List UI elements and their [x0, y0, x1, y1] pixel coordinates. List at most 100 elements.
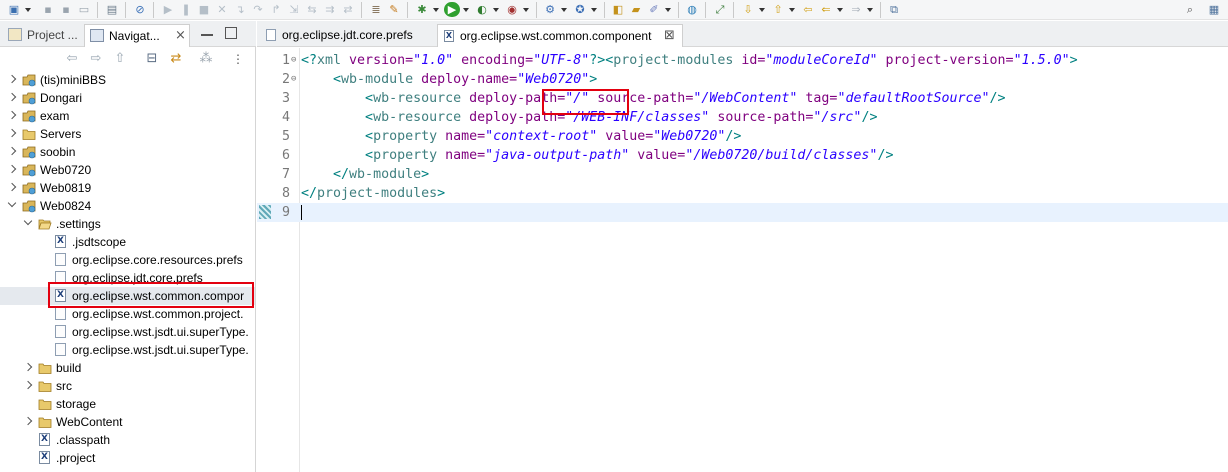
tree-item[interactable]: Web0819: [0, 179, 255, 197]
view-menu-icon[interactable]: ⋮: [230, 52, 246, 66]
debug-dropdown-arrow[interactable]: [433, 8, 439, 12]
tree-item[interactable]: org.eclipse.wst.jsdt.ui.superType.: [0, 323, 255, 341]
external-dropdown-arrow[interactable]: [523, 8, 529, 12]
next-annotation-dropdown-arrow[interactable]: [759, 8, 765, 12]
tree-item[interactable]: X .project: [0, 449, 255, 467]
prev-annotation-icon[interactable]: ⇧: [770, 2, 786, 17]
save-icon[interactable]: ▪: [40, 2, 56, 17]
new-server-icon[interactable]: ⚙: [542, 2, 558, 17]
back-icon[interactable]: ⇐: [818, 2, 834, 17]
code-line[interactable]: 1 ⊖ <?xml version="1.0" encoding="UTF-8"?>…: [257, 51, 1228, 70]
next-annotation-icon[interactable]: ⇩: [740, 2, 756, 17]
tree-item[interactable]: WebContent: [0, 413, 255, 431]
tree-item[interactable]: X .jsdtscope: [0, 233, 255, 251]
collapse-all-icon[interactable]: ⊟: [144, 52, 160, 66]
step-into-icon[interactable]: ↴: [232, 2, 248, 17]
tree-item[interactable]: X .classpath: [0, 431, 255, 449]
code-line[interactable]: 8 </project-modules>: [257, 184, 1228, 203]
tree-item[interactable]: org.eclipse.core.resources.prefs: [0, 251, 255, 269]
open-task-icon[interactable]: ▰: [628, 2, 644, 17]
collapsed-arrow-icon[interactable]: [7, 146, 17, 156]
pin-icon[interactable]: ⤢: [712, 2, 728, 17]
tab-navigator[interactable]: Navigat... ×: [84, 24, 190, 47]
tree-item[interactable]: Web0824: [0, 197, 255, 215]
code-line[interactable]: 2 ⊖ <wb-module deploy-name="Web0720">: [257, 70, 1228, 89]
run-dropdown-arrow[interactable]: [463, 8, 469, 12]
collapsed-arrow-icon[interactable]: [23, 416, 33, 426]
close-tab-icon[interactable]: ⊠: [664, 25, 675, 47]
minimize-icon[interactable]: [201, 27, 213, 36]
tab-jdt-core-prefs[interactable]: org.eclipse.jdt.core.prefs: [260, 24, 434, 47]
drop-to-frame-icon[interactable]: ⇲: [286, 2, 302, 17]
new-java-class-icon[interactable]: ✪: [572, 2, 588, 17]
resume-icon[interactable]: ▶: [160, 2, 176, 17]
forward-icon[interactable]: ⇒: [848, 2, 864, 17]
prev-annotation-dropdown-arrow[interactable]: [789, 8, 795, 12]
suspend-icon[interactable]: ❚: [178, 2, 194, 17]
run-external-icon[interactable]: ◉: [504, 2, 520, 17]
new-icon[interactable]: ▣: [6, 2, 22, 17]
step-return-icon[interactable]: ↱: [268, 2, 284, 17]
open-perspective-icon[interactable]: ▦: [1206, 2, 1222, 17]
build-icon[interactable]: ✐: [646, 2, 662, 17]
code-line[interactable]: 5 <property name="context-root" value="W…: [257, 127, 1228, 146]
last-edit-icon[interactable]: ⇦: [800, 2, 816, 17]
tree-item[interactable]: Servers: [0, 125, 255, 143]
build-dropdown-arrow[interactable]: [665, 8, 671, 12]
block-selection-icon[interactable]: ✎: [386, 2, 402, 17]
class-dropdown-arrow[interactable]: [591, 8, 597, 12]
collapsed-arrow-icon[interactable]: [7, 164, 17, 174]
skip-breakpoints-icon[interactable]: ⊘: [132, 2, 148, 17]
tree-item[interactable]: org.eclipse.wst.jsdt.ui.superType.: [0, 341, 255, 359]
step-over-icon[interactable]: ↷: [250, 2, 266, 17]
fold-toggle-icon[interactable]: ⊖: [291, 51, 296, 70]
coverage-icon[interactable]: ◐: [474, 2, 490, 17]
collapsed-arrow-icon[interactable]: [7, 110, 17, 120]
toggle-mark-icon[interactable]: ≣: [368, 2, 384, 17]
disconnect-icon[interactable]: ✕: [214, 2, 230, 17]
tree-item[interactable]: soobin: [0, 143, 255, 161]
tree-item[interactable]: Web0720: [0, 161, 255, 179]
debug-icon[interactable]: ✱: [414, 2, 430, 17]
save-all-icon[interactable]: ▪: [58, 2, 74, 17]
back-icon[interactable]: ⇦: [64, 52, 80, 66]
open-type-icon[interactable]: ◧: [610, 2, 626, 17]
run-icon[interactable]: ▶: [444, 2, 460, 17]
collapsed-arrow-icon[interactable]: [7, 74, 17, 84]
collapsed-arrow-icon[interactable]: [23, 380, 33, 390]
terminal-icon[interactable]: ▤: [104, 2, 120, 17]
instruction-step-icon[interactable]: ⇄: [340, 2, 356, 17]
print-icon[interactable]: ▭: [76, 2, 92, 17]
new-dropdown-arrow[interactable]: [25, 8, 31, 12]
xml-source-editor[interactable]: 1 ⊖ <?xml version="1.0" encoding="UTF-8"?>…: [257, 48, 1228, 472]
back-dropdown-arrow[interactable]: [837, 8, 843, 12]
tree-item[interactable]: Dongari: [0, 89, 255, 107]
collapsed-arrow-icon[interactable]: [23, 362, 33, 372]
tree-item[interactable]: exam: [0, 107, 255, 125]
globe-icon[interactable]: ◍: [684, 2, 700, 17]
maximize-icon[interactable]: [225, 27, 237, 39]
tree-item[interactable]: (tis)miniBBS: [0, 71, 255, 89]
perspective-icon[interactable]: ⧉: [886, 2, 902, 17]
code-line[interactable]: 6 <property name="java-output-path" valu…: [257, 146, 1228, 165]
filter-icon[interactable]: ⁂: [198, 52, 214, 66]
code-line[interactable]: 4 <wb-resource deploy-path="/WEB-INF/cla…: [257, 108, 1228, 127]
code-line[interactable]: 9: [257, 203, 1228, 222]
expanded-arrow-icon[interactable]: [23, 216, 33, 226]
expanded-arrow-icon[interactable]: [7, 198, 17, 208]
collapsed-arrow-icon[interactable]: [7, 128, 17, 138]
code-line[interactable]: 3 <wb-resource deploy-path="/" source-pa…: [257, 89, 1228, 108]
tab-project-explorer[interactable]: Project ...: [4, 24, 80, 47]
collapsed-arrow-icon[interactable]: [7, 92, 17, 102]
forward-dropdown-arrow[interactable]: [867, 8, 873, 12]
code-line[interactable]: 7 </wb-module>: [257, 165, 1228, 184]
fold-toggle-icon[interactable]: ⊖: [291, 70, 296, 89]
tree-item[interactable]: src: [0, 377, 255, 395]
coverage-dropdown-arrow[interactable]: [493, 8, 499, 12]
server-dropdown-arrow[interactable]: [561, 8, 567, 12]
search-icon[interactable]: ⌕: [1182, 2, 1198, 17]
tab-wst-common-component[interactable]: Xorg.eclipse.wst.common.component ⊠: [437, 24, 683, 47]
collapsed-arrow-icon[interactable]: [7, 182, 17, 192]
forward-icon[interactable]: ⇨: [88, 52, 104, 66]
close-icon[interactable]: ×: [175, 25, 186, 47]
